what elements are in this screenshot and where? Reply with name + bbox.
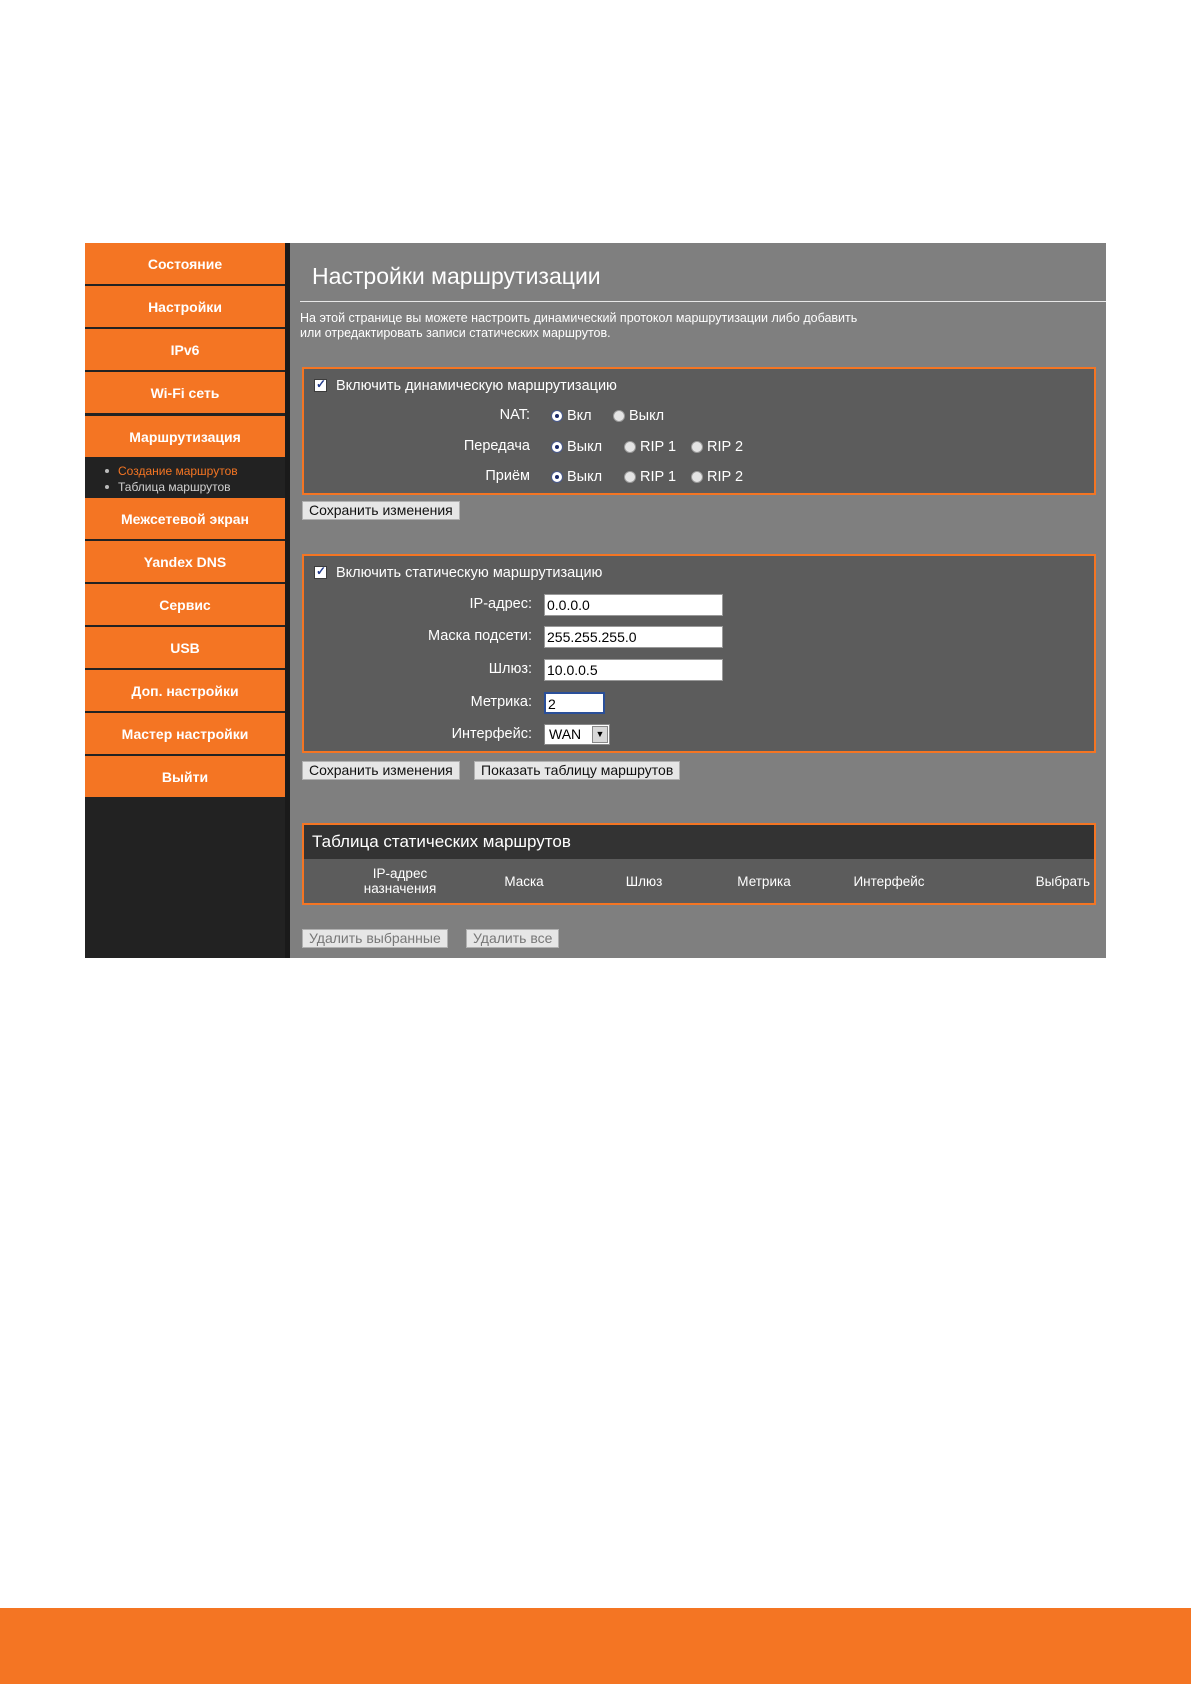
interface-select[interactable]: WAN ▼ <box>544 724 610 745</box>
nav-logout[interactable]: Выйти <box>85 756 285 797</box>
column-header-interface: Интерфейс <box>853 873 925 889</box>
static-routing-panel: Включить статическую маршрутизацию IP-ад… <box>302 554 1096 753</box>
receive-rip1-radio[interactable] <box>624 471 636 483</box>
bullet-icon <box>105 485 109 489</box>
submenu-item-label: Создание маршрутов <box>118 464 238 478</box>
nav-wifi[interactable]: Wi-Fi сеть <box>85 372 285 413</box>
save-dynamic-button[interactable]: Сохранить изменения <box>302 501 460 520</box>
nav-status[interactable]: Состояние <box>85 243 285 284</box>
nat-on-radio[interactable] <box>551 410 563 422</box>
subnet-mask-label: Маска подсети: <box>428 628 532 644</box>
send-rip2-radio[interactable] <box>691 441 703 453</box>
receive-off-label: Выкл <box>567 469 603 485</box>
receive-off-radio[interactable] <box>551 471 563 483</box>
ip-address-label: IP-адрес: <box>469 596 532 612</box>
receive-label: Приём <box>485 468 530 484</box>
nav-advanced[interactable]: Доп. настройки <box>85 670 285 711</box>
nav-service[interactable]: Сервис <box>85 584 285 625</box>
subnet-mask-input[interactable]: 255.255.255.0 <box>544 626 723 648</box>
column-header-metric: Метрика <box>737 873 791 889</box>
nav-routing[interactable]: Маршрутизация <box>85 416 285 457</box>
router-admin-screenshot: Состояние Настройки IPv6 Wi-Fi сеть Марш… <box>85 243 1106 958</box>
send-rip2-label: RIP 2 <box>707 439 744 455</box>
ip-address-input[interactable]: 0.0.0.0 <box>544 594 723 616</box>
delete-all-button[interactable]: Удалить все <box>466 929 560 948</box>
routing-submenu: Создание маршрутов Таблица маршрутов <box>85 461 290 496</box>
submenu-item-label: Таблица маршрутов <box>118 480 231 494</box>
title-divider <box>300 301 1106 302</box>
send-off-radio[interactable] <box>551 441 563 453</box>
page-title: Настройки маршрутизации <box>312 263 601 289</box>
footer-accent-bar <box>0 1608 1191 1684</box>
nav-setup-wizard[interactable]: Мастер настройки <box>85 713 285 754</box>
nat-on-label: Вкл <box>567 408 592 424</box>
send-rip1-label: RIP 1 <box>640 439 677 455</box>
nav-yandex-dns[interactable]: Yandex DNS <box>85 541 285 582</box>
nav-usb[interactable]: USB <box>85 627 285 668</box>
column-header-line: IP-адрес <box>372 866 428 881</box>
receive-rip2-label: RIP 2 <box>707 469 744 485</box>
enable-static-routing-label: Включить статическую маршрутизацию <box>336 565 603 581</box>
bullet-icon <box>105 469 109 473</box>
column-header-line: назначения <box>363 881 437 896</box>
sidebar: Состояние Настройки IPv6 Wi-Fi сеть Марш… <box>85 243 290 958</box>
dynamic-routing-panel: Включить динамическую маршрутизацию NAT:… <box>302 367 1096 495</box>
nav-settings[interactable]: Настройки <box>85 286 285 327</box>
save-static-button[interactable]: Сохранить изменения <box>302 761 460 780</box>
nat-off-radio[interactable] <box>613 410 625 422</box>
submenu-item-route-table[interactable]: Таблица маршрутов <box>105 480 231 494</box>
static-routes-table: Таблица статических маршрутов IP-адрес н… <box>302 823 1096 905</box>
column-header-destination: IP-адрес назначения <box>354 859 446 903</box>
submenu-item-create-routes[interactable]: Создание маршрутов <box>105 464 238 478</box>
column-header-gateway: Шлюз <box>625 873 663 889</box>
send-label: Передача <box>463 438 530 454</box>
enable-dynamic-routing-label: Включить динамическую маршрутизацию <box>336 378 617 394</box>
receive-rip2-radio[interactable] <box>691 471 703 483</box>
column-header-mask: Маска <box>504 873 544 889</box>
nav-firewall[interactable]: Межсетевой экран <box>85 498 285 539</box>
delete-selected-button[interactable]: Удалить выбранные <box>302 929 448 948</box>
enable-static-routing-checkbox[interactable] <box>314 564 327 579</box>
metric-input[interactable]: 2 <box>544 692 605 714</box>
interface-label: Интерфейс: <box>451 726 532 742</box>
nav-ipv6[interactable]: IPv6 <box>85 329 285 370</box>
column-header-select: Выбрать <box>1035 873 1090 889</box>
dropdown-arrow-icon[interactable]: ▼ <box>592 726 608 743</box>
description-line: На этой странице вы можете настроить дин… <box>300 311 858 325</box>
show-route-table-button[interactable]: Показать таблицу маршрутов <box>474 761 681 780</box>
metric-label: Метрика: <box>470 694 532 710</box>
page-description: На этой странице вы можете настроить дин… <box>300 311 950 341</box>
main-content: Настройки маршрутизации На этой странице… <box>290 243 1106 958</box>
description-line: или отредактировать записи статических м… <box>300 326 611 340</box>
gateway-input[interactable]: 10.0.0.5 <box>544 659 723 681</box>
send-off-label: Выкл <box>567 439 603 455</box>
gateway-label: Шлюз: <box>488 661 532 677</box>
nat-off-label: Выкл <box>629 408 665 424</box>
send-rip1-radio[interactable] <box>624 441 636 453</box>
nat-label: NAT: <box>499 407 530 423</box>
routes-table-header: Таблица статических маршрутов <box>304 825 1094 859</box>
receive-rip1-label: RIP 1 <box>640 469 677 485</box>
routes-table-title: Таблица статических маршрутов <box>312 832 571 851</box>
enable-dynamic-routing-checkbox[interactable] <box>314 377 327 392</box>
interface-selected-value: WAN <box>549 726 582 742</box>
